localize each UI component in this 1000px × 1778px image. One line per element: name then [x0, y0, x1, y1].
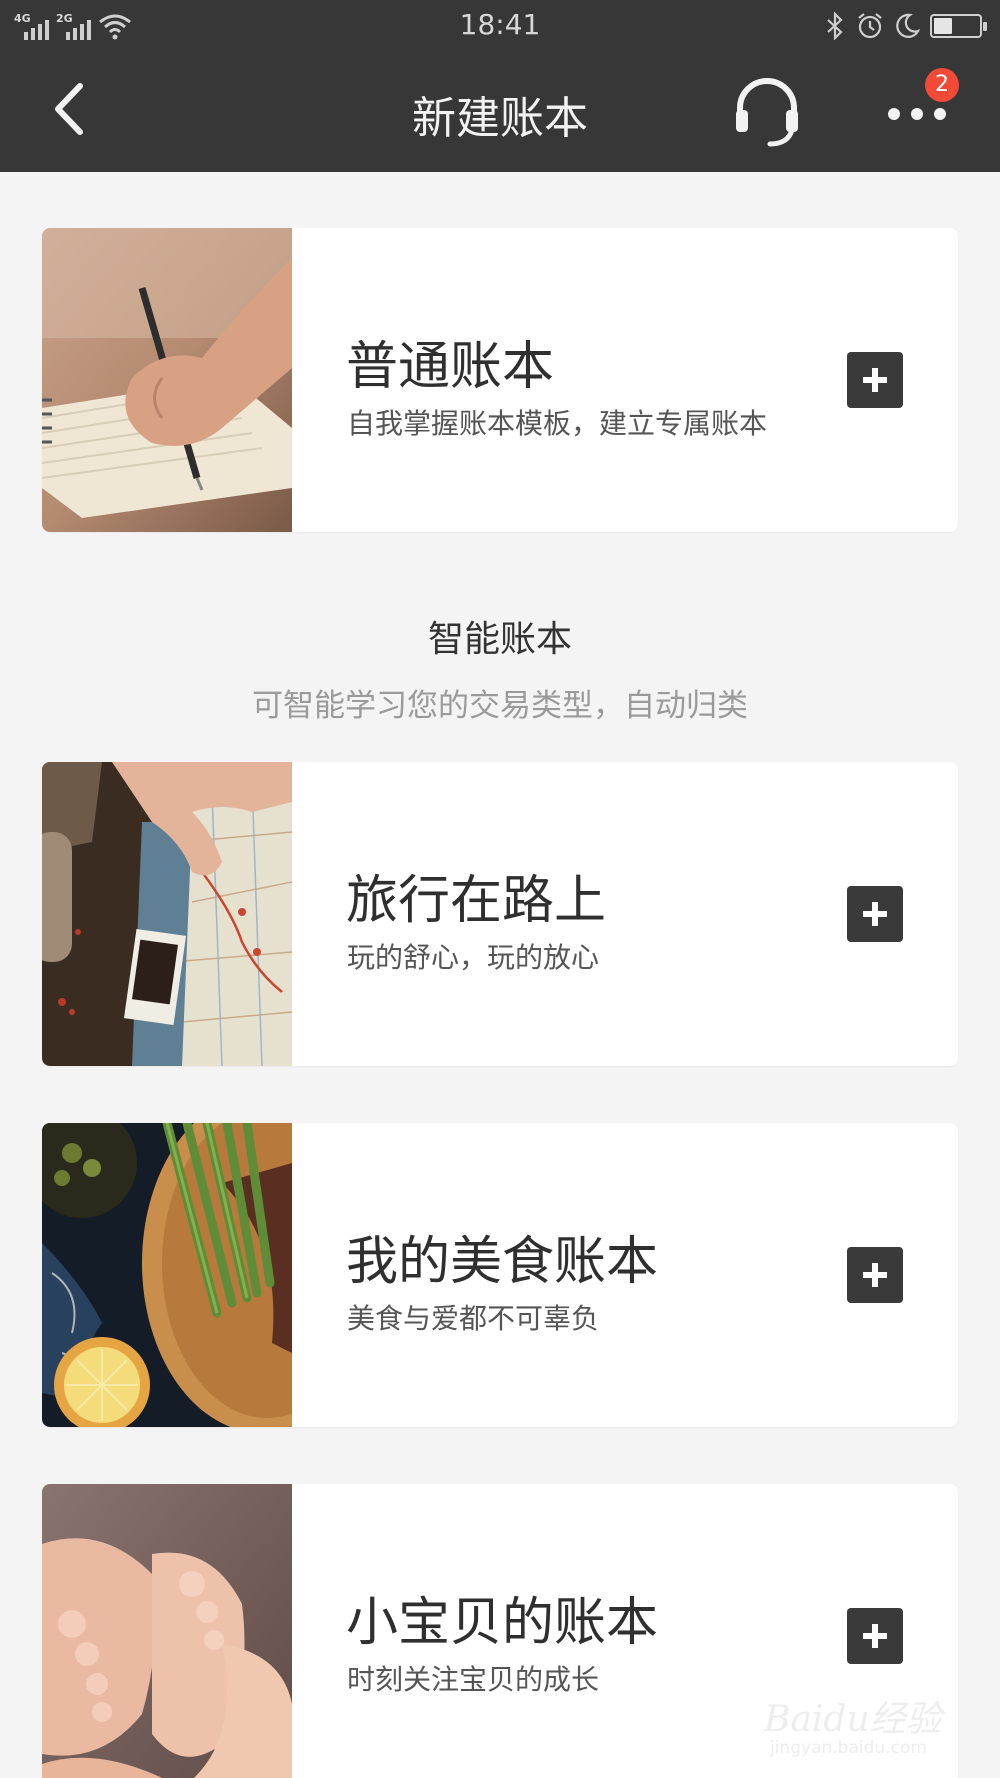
smart-book-card-food[interactable]: 我的美食账本 美食与爱都不可辜负 — [42, 1123, 958, 1427]
more-dots-icon — [888, 108, 946, 120]
travel-map-image — [42, 762, 292, 1066]
headset-icon — [736, 78, 798, 147]
nav-bar: 新建账本 2 — [0, 52, 1000, 172]
card-title: 小宝贝的账本 — [346, 1593, 659, 1653]
card-description: 美食与爱都不可辜负 — [347, 1302, 600, 1335]
add-travel-book-button[interactable] — [847, 886, 903, 942]
smart-section-subtitle: 可智能学习您的交易类型，自动归类 — [252, 688, 748, 724]
baby-feet-image — [42, 1484, 292, 1778]
status-right — [824, 10, 987, 42]
notification-badge: 2 — [925, 68, 959, 102]
hand-writing-notebook-image — [42, 228, 292, 532]
food-asparagus-steak-image — [42, 1123, 292, 1427]
card-title: 普通账本 — [346, 337, 555, 397]
battery-level — [934, 18, 952, 34]
do-not-disturb-moon-icon — [896, 13, 920, 38]
status-bar: 4G 2G 18:41 — [0, 0, 1000, 52]
bluetooth-icon — [827, 12, 843, 40]
customer-service-button[interactable] — [730, 72, 804, 150]
card-title: 旅行在路上 — [346, 871, 607, 931]
card-description: 时刻关注宝贝的成长 — [347, 1663, 600, 1696]
add-baby-book-button[interactable] — [847, 1608, 903, 1664]
battery-icon — [930, 14, 987, 38]
chevron-left-icon — [55, 83, 83, 135]
smart-book-card-travel[interactable]: 旅行在路上 玩的舒心，玩的放心 — [42, 762, 958, 1066]
alarm-icon — [858, 13, 882, 39]
add-food-book-button[interactable] — [847, 1247, 903, 1303]
page-title: 新建账本 — [412, 93, 588, 144]
card-description: 自我掌握账本模板，建立专属账本 — [347, 407, 768, 440]
more-menu-button[interactable]: 2 — [878, 68, 959, 138]
app-header: 4G 2G 18:41 新建账本 2 — [0, 0, 1000, 172]
add-normal-book-button[interactable] — [847, 352, 903, 408]
card-description: 玩的舒心，玩的放心 — [347, 941, 600, 974]
normal-book-card[interactable]: 普通账本 自我掌握账本模板，建立专属账本 — [42, 228, 958, 532]
smart-book-card-baby[interactable]: 小宝贝的账本 时刻关注宝贝的成长 — [42, 1484, 958, 1778]
card-title: 我的美食账本 — [346, 1232, 659, 1292]
back-button[interactable] — [40, 74, 110, 144]
smart-section-title: 智能账本 — [427, 619, 572, 660]
